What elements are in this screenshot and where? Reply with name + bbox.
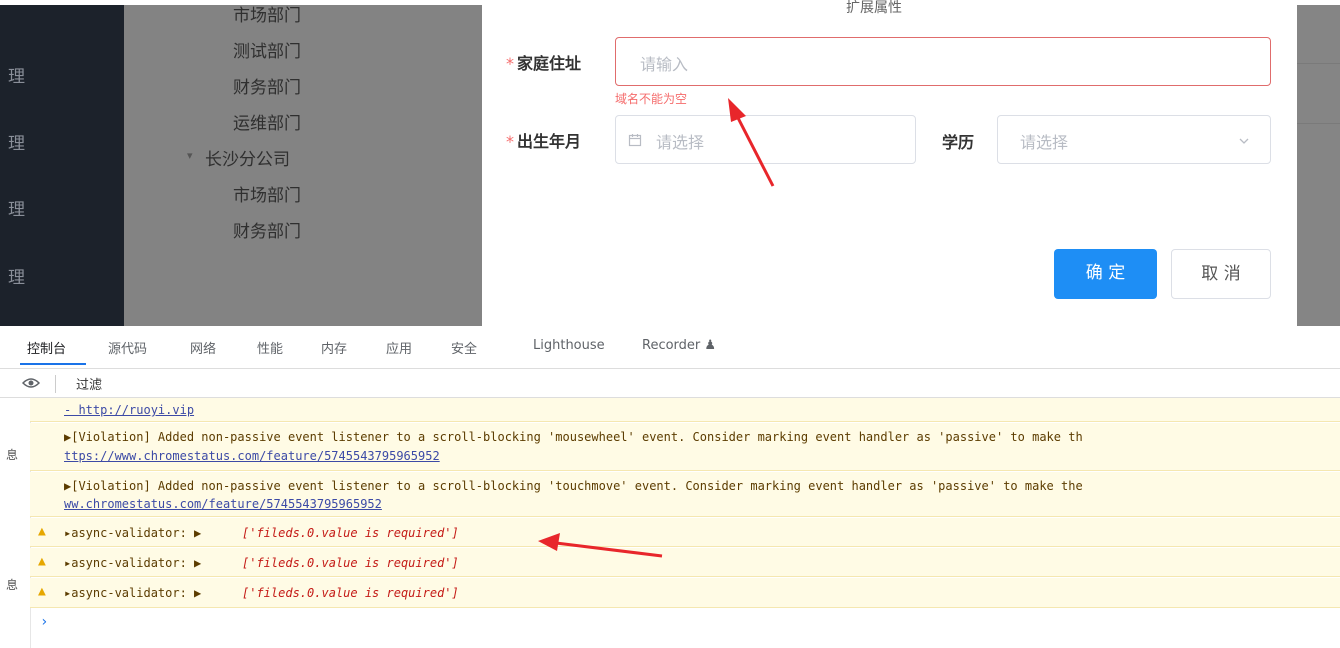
tab-performance[interactable]: 性能 bbox=[257, 338, 283, 357]
education-label: 学历 bbox=[942, 133, 975, 152]
sidebar-item[interactable]: 理 bbox=[8, 62, 25, 87]
tree-item-branch[interactable]: 长沙分公司 bbox=[205, 145, 290, 170]
console-warning: ▲ ▸async-validator: ▶ ['fileds.0.value i… bbox=[30, 518, 1340, 547]
tab-lighthouse[interactable]: Lighthouse bbox=[533, 338, 605, 353]
warning-icon: ▲ bbox=[38, 554, 46, 569]
tree-item[interactable]: 测试部门 bbox=[233, 37, 301, 62]
cancel-button[interactable]: 取 消 bbox=[1171, 249, 1271, 299]
warning-prefix[interactable]: ▸async-validator: ▶ bbox=[64, 526, 201, 540]
tree-item[interactable]: 财务部门 bbox=[233, 73, 301, 98]
address-placeholder: 请输入 bbox=[640, 55, 689, 74]
tab-memory[interactable]: 内存 bbox=[321, 338, 347, 357]
warning-value: ['fileds.0.value is required'] bbox=[242, 556, 459, 570]
console-violation: ▶[Violation] Added non-passive event lis… bbox=[30, 423, 1340, 471]
tab-application[interactable]: 应用 bbox=[386, 338, 412, 357]
tree-item[interactable]: 市场部门 bbox=[233, 181, 301, 206]
tab-sources[interactable]: 源代码 bbox=[108, 338, 147, 357]
warning-prefix[interactable]: ▸async-validator: ▶ bbox=[64, 556, 201, 570]
console-violation: ▶[Violation] Added non-passive event lis… bbox=[30, 472, 1340, 517]
active-tab-indicator bbox=[20, 363, 86, 365]
tree-item[interactable]: 市场部门 bbox=[233, 1, 301, 26]
message-link[interactable]: ww.chromestatus.com/feature/574554379596… bbox=[64, 497, 382, 511]
chevron-down-icon bbox=[1239, 138, 1249, 144]
address-label-text: 家庭住址 bbox=[517, 54, 582, 73]
sidebar-item[interactable]: 理 bbox=[8, 195, 25, 220]
tree-item[interactable]: 财务部门 bbox=[233, 217, 301, 242]
sidebar-item[interactable]: 理 bbox=[8, 263, 25, 288]
address-input[interactable]: 请输入 bbox=[615, 37, 1271, 86]
tab-security[interactable]: 安全 bbox=[451, 338, 477, 357]
sidebar-label[interactable]: 息 bbox=[6, 576, 18, 593]
console-warning: ▲ ▸async-validator: ▶ ['fileds.0.value i… bbox=[30, 578, 1340, 608]
required-mark: * bbox=[506, 54, 514, 73]
sidebar-label[interactable]: 息 bbox=[6, 446, 18, 463]
filter-input[interactable]: 过滤 bbox=[76, 374, 102, 393]
warning-icon: ▲ bbox=[38, 584, 46, 599]
message-text: ▶[Violation] Added non-passive event lis… bbox=[64, 479, 1083, 493]
warning-icon: ▲ bbox=[38, 524, 46, 539]
console-prompt[interactable]: › bbox=[40, 614, 48, 630]
confirm-button[interactable]: 确 定 bbox=[1054, 249, 1157, 299]
sidebar-overlay: 理 理 理 理 bbox=[0, 5, 124, 326]
tab-recorder[interactable]: Recorder ♟ bbox=[642, 338, 716, 353]
eye-icon[interactable] bbox=[22, 376, 40, 390]
tab-console[interactable]: 控制台 bbox=[27, 338, 66, 357]
row-divider bbox=[1297, 63, 1340, 64]
divider bbox=[55, 375, 56, 393]
tree-item[interactable]: 运维部门 bbox=[233, 109, 301, 134]
education-select[interactable]: 请选择 bbox=[997, 115, 1271, 164]
birth-label-text: 出生年月 bbox=[517, 132, 582, 151]
message-link[interactable]: - http://ruoyi.vip bbox=[64, 403, 194, 417]
background-table-overlay bbox=[1297, 5, 1340, 326]
edit-dialog: 扩展属性 *家庭住址 请输入 域名不能为空 *出生年月 请选择 学历 请选择 bbox=[482, 0, 1297, 326]
message-text: ▶[Violation] Added non-passive event lis… bbox=[64, 430, 1083, 444]
dept-tree-overlay: 市场部门 测试部门 财务部门 运维部门 ▾ 长沙分公司 市场部门 财务部门 bbox=[124, 5, 482, 326]
birth-label: * 出生年月 bbox=[506, 128, 581, 152]
birth-date-picker[interactable]: 请选择 bbox=[615, 115, 916, 164]
birth-placeholder: 请选择 bbox=[656, 133, 705, 152]
message-link[interactable]: ttps://www.chromestatus.com/feature/5745… bbox=[64, 449, 440, 463]
app-area: 理 理 理 理 市场部门 测试部门 财务部门 运维部门 ▾ 长沙分公司 市场部门… bbox=[0, 0, 1340, 326]
console-warning: ▲ ▸async-validator: ▶ ['fileds.0.value i… bbox=[30, 548, 1340, 577]
tab-network[interactable]: 网络 bbox=[190, 338, 216, 357]
sidebar-item[interactable]: 理 bbox=[8, 129, 25, 154]
warning-prefix[interactable]: ▸async-validator: ▶ bbox=[64, 586, 201, 600]
education-placeholder: 请选择 bbox=[1020, 133, 1069, 152]
expand-arrow-icon[interactable]: ▾ bbox=[187, 149, 193, 162]
section-title: 扩展属性 bbox=[846, 0, 902, 16]
devtools-tabbar: 控制台 源代码 网络 性能 内存 应用 安全 Lighthouse Record… bbox=[0, 326, 1340, 369]
console-sidebar: 息 息 bbox=[0, 398, 31, 648]
warning-value: ['fileds.0.value is required'] bbox=[242, 586, 459, 600]
address-error-message: 域名不能为空 bbox=[615, 92, 688, 106]
devtools-panel: 控制台 源代码 网络 性能 内存 应用 安全 Lighthouse Record… bbox=[0, 326, 1340, 648]
address-label: * 家庭住址 bbox=[506, 50, 581, 74]
calendar-icon bbox=[628, 134, 642, 147]
console-filter-bar: 过滤 bbox=[0, 369, 1340, 398]
warning-value: ['fileds.0.value is required'] bbox=[242, 526, 459, 540]
row-divider bbox=[1297, 123, 1340, 124]
console-message: - http://ruoyi.vip bbox=[30, 398, 1340, 422]
required-mark: * bbox=[506, 132, 514, 151]
